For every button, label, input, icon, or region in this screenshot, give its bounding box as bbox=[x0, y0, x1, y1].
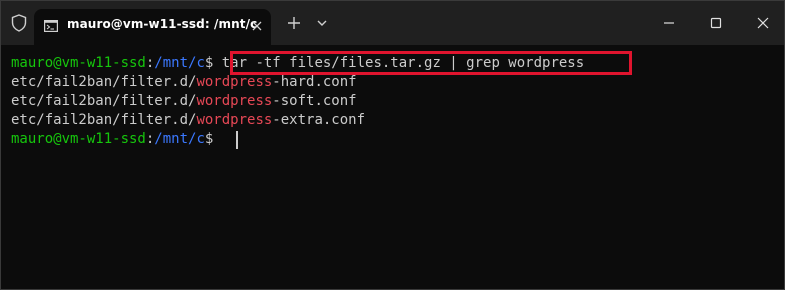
output-suffix: -extra.conf bbox=[272, 112, 366, 128]
grep-match: wordpress bbox=[196, 112, 273, 128]
plus-icon[interactable] bbox=[285, 14, 303, 32]
output-path: etc/fail2ban/filter.d/ bbox=[11, 112, 197, 128]
output-path: etc/fail2ban/filter.d/ bbox=[11, 74, 197, 90]
command-highlight-box bbox=[230, 51, 632, 75]
grep-match: wordpress bbox=[196, 93, 273, 109]
chevron-down-icon[interactable] bbox=[315, 16, 329, 30]
prompt-path: /mnt/c bbox=[154, 131, 205, 147]
maximize-icon[interactable] bbox=[704, 11, 728, 35]
tab-title: mauro@vm-w11-ssd: /mnt/c bbox=[67, 17, 258, 31]
terminal-window: mauro@vm-w11-ssd: /mnt/c mauro@vm-w11-ss… bbox=[0, 0, 785, 290]
grep-match: wordpress bbox=[196, 74, 273, 90]
shield-icon bbox=[11, 14, 27, 32]
prompt-user-host: mauro@vm-w11-ssd bbox=[11, 131, 146, 147]
output-path: etc/fail2ban/filter.d/ bbox=[11, 93, 197, 109]
close-icon[interactable] bbox=[751, 11, 775, 35]
output-line: etc/fail2ban/filter.d/wordpress-hard.con… bbox=[11, 73, 357, 92]
prompt-path: /mnt/c bbox=[154, 55, 205, 71]
output-suffix: -soft.conf bbox=[272, 93, 357, 109]
title-bar[interactable]: mauro@vm-w11-ssd: /mnt/c bbox=[1, 1, 784, 45]
output-line: etc/fail2ban/filter.d/wordpress-extra.co… bbox=[11, 111, 365, 130]
output-line: etc/fail2ban/filter.d/wordpress-soft.con… bbox=[11, 92, 357, 111]
text-cursor bbox=[236, 131, 238, 149]
output-suffix: -hard.conf bbox=[272, 74, 357, 90]
prompt-symbol: $ bbox=[204, 55, 222, 71]
terminal-icon bbox=[44, 20, 58, 32]
terminal-output[interactable]: mauro@vm-w11-ssd:/mnt/c$ tar -tf files/f… bbox=[1, 45, 784, 289]
prompt-symbol: $ bbox=[204, 131, 222, 147]
prompt-user-host: mauro@vm-w11-ssd bbox=[11, 55, 146, 71]
prompt-line: mauro@vm-w11-ssd:/mnt/c$ bbox=[11, 130, 222, 149]
close-icon[interactable] bbox=[251, 20, 263, 32]
tab-terminal[interactable]: mauro@vm-w11-ssd: /mnt/c bbox=[34, 9, 271, 45]
minimize-icon[interactable] bbox=[657, 11, 681, 35]
